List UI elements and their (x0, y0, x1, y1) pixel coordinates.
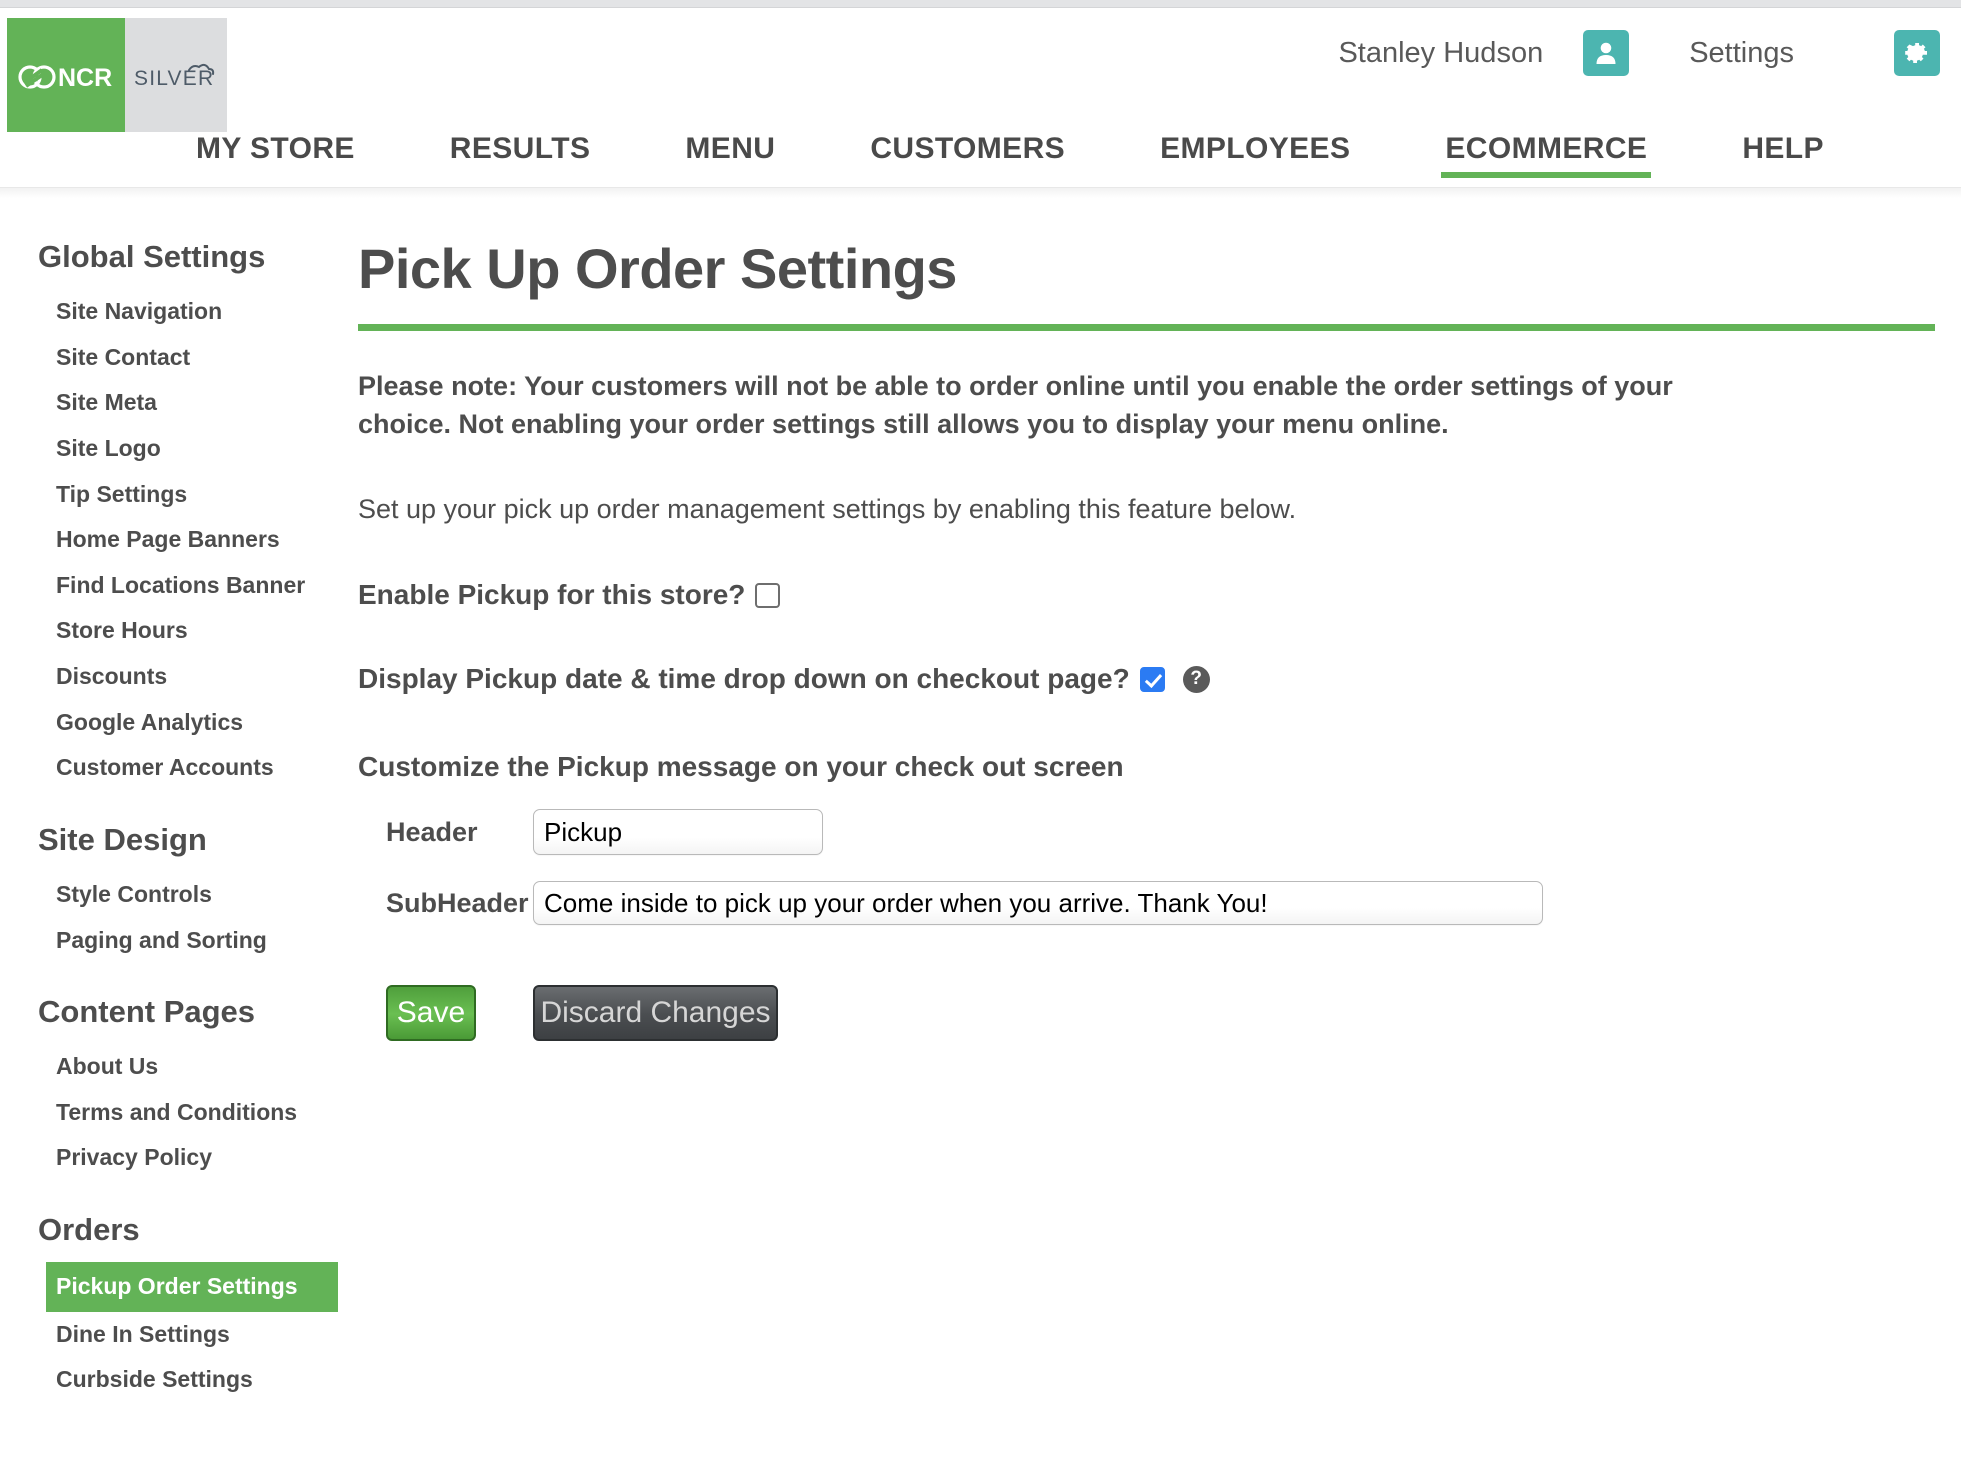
top-strip (0, 0, 1961, 8)
sidebar-item-tip-settings[interactable]: Tip Settings (38, 472, 330, 518)
sidebar-item-site-contact[interactable]: Site Contact (38, 335, 330, 381)
gear-glyph-icon (1905, 43, 1927, 63)
header-actions: Stanley Hudson Settings (1338, 8, 1961, 98)
sidebar: Global Settings Site Navigation Site Con… (0, 238, 338, 1403)
nav-item-results[interactable]: RESULTS (450, 132, 591, 178)
sidebar-heading-global-settings: Global Settings (38, 239, 266, 274)
sidebar-item-pickup-order-settings[interactable]: Pickup Order Settings (46, 1262, 338, 1312)
subheader-input[interactable] (533, 881, 1543, 926)
sidebar-item-about-us[interactable]: About Us (38, 1044, 330, 1090)
silver-logo-icon: SILVER (134, 63, 215, 90)
sidebar-item-site-meta[interactable]: Site Meta (38, 380, 330, 426)
nav-item-menu[interactable]: MENU (685, 132, 775, 178)
silver-logo-tile[interactable]: SILVER (125, 18, 227, 136)
sidebar-item-curbside-settings[interactable]: Curbside Settings (38, 1357, 330, 1403)
sidebar-heading-content-pages: Content Pages (38, 994, 256, 1030)
nav-item-my-store[interactable]: MY STORE (196, 132, 355, 178)
sidebar-item-style-controls[interactable]: Style Controls (38, 872, 330, 918)
enable-pickup-label: Enable Pickup for this store? (358, 579, 746, 611)
page-title: Pick Up Order Settings (358, 237, 957, 300)
main-content: Pick Up Order Settings Please note: Your… (330, 238, 1961, 1403)
user-icon[interactable] (1583, 30, 1630, 76)
settings-link[interactable]: Settings (1689, 37, 1794, 70)
sidebar-item-customer-accounts[interactable]: Customer Accounts (38, 745, 330, 791)
main-navigation: MY STORE RESULTS MENU CUSTOMERS EMPLOYEE… (0, 132, 1961, 187)
subnote-text: Set up your pick up order management set… (358, 494, 1297, 525)
subheader-field-label: SubHeader (386, 887, 529, 918)
sidebar-item-home-page-banners[interactable]: Home Page Banners (38, 517, 330, 563)
sidebar-item-store-hours[interactable]: Store Hours (38, 608, 330, 654)
discard-changes-button[interactable]: Discard Changes (533, 985, 778, 1042)
nav-item-employees[interactable]: EMPLOYEES (1160, 132, 1350, 178)
header-field-label: Header (386, 816, 478, 847)
sidebar-item-find-locations-banner[interactable]: Find Locations Banner (38, 563, 330, 609)
display-dropdown-row: Display Pickup date & time drop down on … (358, 663, 1941, 695)
sidebar-item-google-analytics[interactable]: Google Analytics (38, 700, 330, 746)
sidebar-heading-orders: Orders (38, 1212, 140, 1248)
sidebar-item-terms-and-conditions[interactable]: Terms and Conditions (38, 1090, 330, 1136)
sidebar-item-paging-and-sorting[interactable]: Paging and Sorting (38, 918, 330, 964)
sidebar-item-privacy-policy[interactable]: Privacy Policy (38, 1135, 330, 1181)
nav-item-customers[interactable]: CUSTOMERS (870, 132, 1065, 178)
sidebar-item-site-navigation[interactable]: Site Navigation (38, 289, 330, 335)
nav-item-help[interactable]: HELP (1742, 132, 1824, 178)
enable-pickup-checkbox[interactable] (755, 582, 781, 608)
title-underline (358, 323, 1935, 331)
header-field-row: Header (358, 809, 1941, 856)
ncr-logo-tile[interactable]: NCR (7, 18, 125, 136)
note-text: Please note: Your customers will not be … (358, 370, 1673, 439)
sidebar-item-discounts[interactable]: Discounts (38, 654, 330, 700)
svg-text:SILVER: SILVER (134, 67, 214, 90)
help-icon[interactable]: ? (1182, 665, 1210, 693)
enable-pickup-row: Enable Pickup for this store? (358, 579, 1941, 611)
svg-text:NCR: NCR (58, 64, 112, 92)
sidebar-item-site-logo[interactable]: Site Logo (38, 426, 330, 472)
ncr-logo-icon: NCR (18, 64, 112, 92)
display-dropdown-checkbox[interactable] (1139, 666, 1165, 692)
display-dropdown-label: Display Pickup date & time drop down on … (358, 663, 1130, 695)
gear-icon[interactable] (1894, 30, 1940, 76)
header-input[interactable] (533, 809, 823, 856)
customize-message-label: Customize the Pickup message on your che… (358, 751, 1124, 783)
nav-separator (0, 187, 1961, 198)
user-name: Stanley Hudson (1338, 36, 1544, 69)
page-layout: Global Settings Site Navigation Site Con… (0, 198, 1961, 1403)
sidebar-item-dine-in-settings[interactable]: Dine In Settings (38, 1312, 330, 1358)
sidebar-heading-site-design: Site Design (38, 821, 207, 857)
app-header: NCR SILVER Stanley Hudson Settings (0, 8, 1961, 136)
save-button[interactable]: Save (386, 985, 476, 1042)
brand-logo[interactable]: NCR SILVER (7, 18, 227, 136)
form-actions: Save Discard Changes (358, 985, 1941, 1042)
nav-item-ecommerce[interactable]: ECOMMERCE (1441, 132, 1652, 178)
subheader-field-row: SubHeader (358, 881, 1941, 926)
user-glyph-icon (1596, 42, 1616, 64)
